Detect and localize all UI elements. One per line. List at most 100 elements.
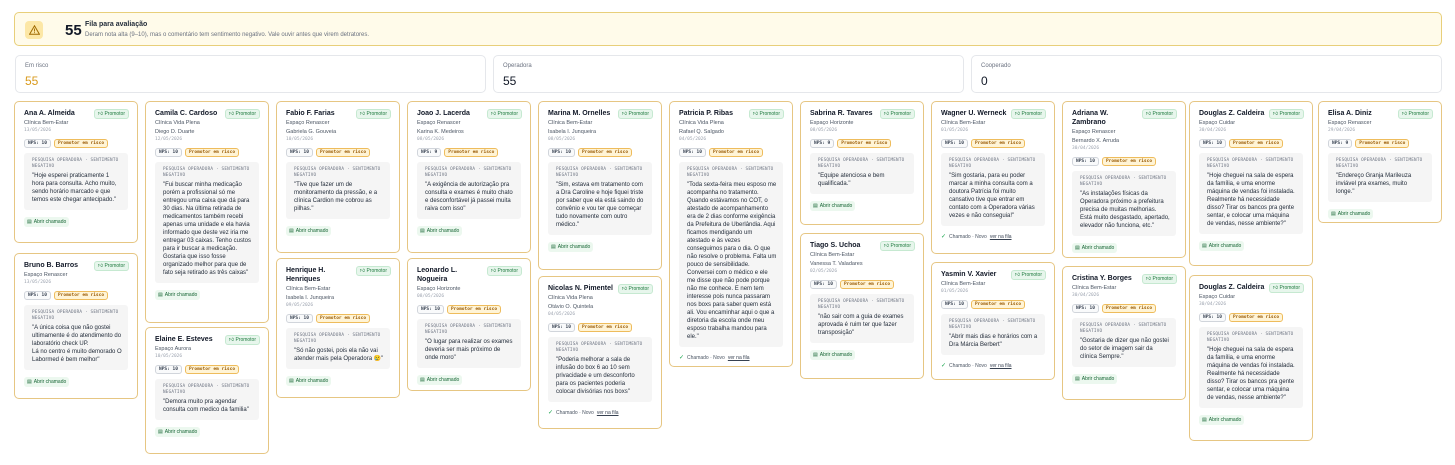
feedback-card[interactable]: Douglas Z. Caldeira Espaço Cuidar 30/04/20… (1189, 275, 1313, 441)
clinic-name: Espaço Renascer (1328, 120, 1372, 126)
view-in-queue-link[interactable]: ver na fila (990, 234, 1012, 240)
open-ticket-label: Abrir chamado (1208, 243, 1242, 249)
comment-box: PESQUISA OPERADORA · SENTIMENTO NEGATIVO… (1199, 327, 1303, 408)
open-ticket-label: Abrir chamado (426, 228, 460, 234)
feedback-card[interactable]: Elaine E. Esteves Espaço Aurora 10/05/2026… (145, 327, 269, 454)
clinic-name: Clínica Vida Plena (548, 295, 593, 301)
comment-source: PESQUISA OPERADORA · SENTIMENTO NEGATIVO (425, 167, 512, 178)
patient-name: Cristina Y. Borges (1072, 275, 1132, 282)
clinic-name: Clínica Bem-Estar (1072, 285, 1117, 291)
view-in-queue-link[interactable]: ver na fila (728, 355, 750, 361)
clinic-name: Espaço Cuidar (1199, 120, 1236, 126)
feedback-card[interactable]: Elisa A. Diniz Espaço Renascer 29/04/2026 👍… (1318, 101, 1442, 223)
response-date: 08/05/2026 (810, 128, 838, 133)
stat-value: 55 (25, 74, 39, 88)
alert-banner: 55 Fila para avaliação Deram nota alta (… (14, 12, 1442, 46)
open-ticket-button[interactable]: ▤ Abrir chamado (1199, 415, 1245, 425)
promotor-badge: 👍︎ Promotor (93, 261, 129, 271)
open-ticket-button[interactable]: ▤ Abrir chamado (24, 377, 70, 387)
feedback-card[interactable]: Tiago S. Uchoa Clínica Bem-Estar Vanessa T… (800, 233, 924, 379)
open-ticket-button[interactable]: ▤ Abrir chamado (1072, 243, 1118, 253)
ticket-status-label: Chamado · Novo (687, 354, 725, 361)
comment-source: PESQUISA OPERADORA · SENTIMENTO NEGATIVO (163, 167, 250, 178)
feedback-card[interactable]: Camila C. Cardoso Clínica Vida Plena Diego… (145, 101, 269, 323)
feedback-card[interactable]: Ana A. Almeida Clínica Bem-Estar 13/05/202… (14, 101, 138, 243)
nps-badge: NPS: 10 (417, 305, 444, 314)
risk-badge: Promotor em risco (315, 148, 371, 157)
open-ticket-button[interactable]: ▤ Abrir chamado (810, 350, 856, 360)
open-ticket-button[interactable]: ▤ Abrir chamado (286, 226, 332, 236)
risk-badge: Promotor em risco (577, 323, 633, 332)
feedback-card[interactable]: Bruno B. Barros Espaço Renascer 13/05/2026… (14, 253, 138, 399)
feedback-card[interactable]: Douglas Z. Caldeira Espaço Cuidar 30/04/20… (1189, 101, 1313, 266)
risk-badge: Promotor em risco (184, 365, 240, 374)
promotor-badge: 👍︎ Promotor (355, 266, 391, 276)
professional-name: Gabriela G. Gouveia (286, 129, 337, 135)
feedback-card[interactable]: Nicolas N. Pimentel Clínica Vida Plena Otá… (538, 276, 662, 429)
open-ticket-button[interactable]: ▤ Abrir chamado (1072, 374, 1118, 384)
feedback-card[interactable]: Yasmin V. Xavier Clínica Bem-Estar 01/05/2… (931, 262, 1055, 380)
patient-name: Ana A. Almeida (24, 110, 75, 117)
open-ticket-button[interactable]: ▤ Abrir chamado (24, 217, 70, 227)
ticket-icon: ▤ (813, 352, 818, 358)
ticket-icon: ▤ (420, 377, 425, 383)
ticket-status-label: Chamado · Novo (949, 233, 987, 240)
stat-card-cooperado: Cooperado 0 (971, 55, 1442, 93)
patient-name: Douglas Z. Caldeira (1199, 284, 1265, 291)
comment-text: "Hoje cheguei na sala de espera da famíl… (1207, 347, 1295, 401)
professional-name: Rafael Q. Salgado (679, 129, 724, 135)
feedback-card[interactable]: Sabrina R. Tavares Espaço Horizonte 08/05/… (800, 101, 924, 225)
response-date: 01/05/2026 (941, 128, 969, 133)
open-ticket-button[interactable]: ▤ Abrir chamado (155, 290, 201, 300)
comment-text: "Toda sexta-feira meu esposo me acompanh… (687, 182, 777, 340)
open-ticket-button[interactable]: ▤ Abrir chamado (155, 427, 201, 437)
nps-badge: NPS: 9 (417, 148, 442, 157)
open-ticket-button[interactable]: ▤ Abrir chamado (1328, 209, 1374, 219)
feedback-card[interactable]: Adriana W. Zambrano Espaço Renascer Bernar… (1062, 101, 1186, 258)
ticket-status: ✓ Chamado · Novo ver na fila (679, 354, 783, 362)
feedback-card[interactable]: Wagner U. Werneck Clínica Bem-Estar 01/05/… (931, 101, 1055, 254)
open-ticket-button[interactable]: ▤ Abrir chamado (1199, 241, 1245, 251)
tag-row: NPS: 10 Promotor em risco (1072, 157, 1176, 166)
patient-name: Adriana W. Zambrano (1072, 110, 1109, 126)
nps-badge: NPS: 10 (1072, 157, 1099, 166)
promotor-label: Promotor (890, 243, 911, 249)
ticket-icon: ▤ (1331, 211, 1336, 217)
feedback-card[interactable]: Leonardo L. Nogueira Espaço Horizonte 08/0… (407, 258, 531, 391)
view-in-queue-link[interactable]: ver na fila (990, 363, 1012, 369)
ticket-icon: ▤ (158, 429, 163, 435)
comment-text: "Fui buscar minha medicação porém a prof… (163, 182, 251, 276)
response-date: 12/05/2026 (155, 137, 183, 142)
open-ticket-button[interactable]: ▤ Abrir chamado (810, 201, 856, 211)
view-in-queue-link[interactable]: ver na fila (597, 410, 619, 416)
open-ticket-button[interactable]: ▤ Abrir chamado (548, 242, 594, 252)
ticket-status-label: Chamado · Novo (556, 409, 594, 416)
open-ticket-button[interactable]: ▤ Abrir chamado (417, 226, 463, 236)
open-ticket-label: Abrir chamado (164, 429, 198, 435)
comment-source: PESQUISA OPERADORA · SENTIMENTO NEGATIVO (949, 319, 1036, 330)
check-icon: ✓ (548, 410, 554, 416)
patient-name: Fabio F. Farias (286, 110, 335, 117)
patient-name: Patricia P. Ribas (679, 110, 733, 117)
feedback-card[interactable]: Fabio F. Farias Espaço Renascer Gabriela G… (276, 101, 400, 253)
ticket-icon: ▤ (1202, 417, 1207, 423)
feedback-card[interactable]: Marina M. Ornelles Clínica Bem-Estar Isabe… (538, 101, 662, 270)
nps-badge: NPS: 10 (286, 148, 313, 157)
patient-name: Tiago S. Uchoa (810, 242, 861, 249)
clinic-name: Espaço Aurora (155, 346, 192, 352)
ticket-status: ✓ Chamado · Novo ver na fila (941, 362, 1045, 370)
comment-text: "A exigência de autorização pra consulta… (425, 182, 513, 212)
open-ticket-button[interactable]: ▤ Abrir chamado (417, 375, 463, 385)
professional-name: Vanessa T. Valadares (810, 261, 863, 267)
feedback-card[interactable]: Henrique H. Henriques Clínica Bem-Estar Is… (276, 258, 400, 398)
nps-badge: NPS: 9 (810, 139, 835, 148)
nps-badge: NPS: 10 (941, 300, 968, 309)
promotor-label: Promotor (628, 111, 649, 117)
ticket-icon: ▤ (1075, 376, 1080, 382)
feedback-card[interactable]: Cristina Y. Borges Clínica Bem-Estar 30/04… (1062, 266, 1186, 400)
open-ticket-button[interactable]: ▤ Abrir chamado (286, 376, 332, 386)
feedback-card[interactable]: Joao J. Lacerda Espaço Renascer Karina K. … (407, 101, 531, 253)
banner-title: Fila para avaliação (85, 21, 148, 28)
feedback-card[interactable]: Patricia P. Ribas Clínica Vida Plena Rafae… (669, 101, 793, 367)
professional-name: Isabela I. Junqueira (286, 295, 335, 301)
